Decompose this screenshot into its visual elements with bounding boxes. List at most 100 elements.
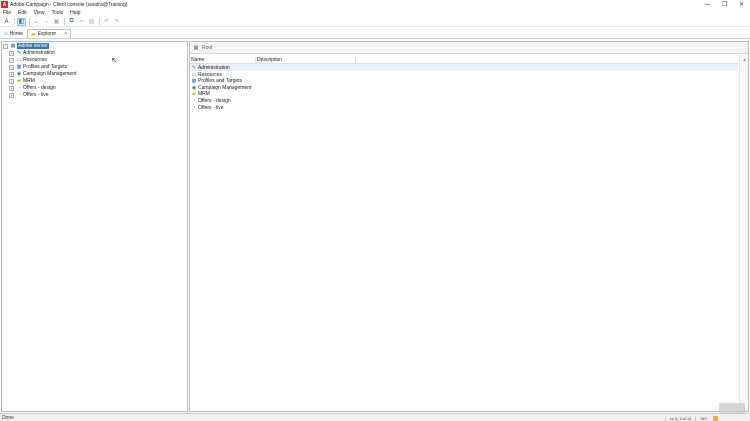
folder-icon: ▰: [192, 90, 196, 97]
expand-icon[interactable]: +: [9, 85, 14, 91]
list-item[interactable]: ◔ Offers - design: [190, 97, 738, 104]
menu-view[interactable]: View: [34, 10, 45, 16]
tree-node-label: MRM: [23, 78, 35, 84]
expand-icon[interactable]: +: [9, 57, 14, 63]
menu-help[interactable]: Help: [70, 10, 80, 16]
wrench-icon: ✎: [191, 64, 197, 71]
menu-edit[interactable]: Edit: [18, 10, 27, 16]
tree-node-administration[interactable]: + ✎ Administration: [9, 50, 55, 56]
maximize-button[interactable]: ❐: [716, 0, 733, 9]
list-item[interactable]: ▩ Profiles and Targets: [190, 77, 738, 84]
tree-node-mrm[interactable]: + ▰ MRM: [9, 78, 35, 84]
list-breadcrumb: ▦ Root: [190, 42, 748, 54]
undo-icon[interactable]: ↶: [102, 18, 111, 26]
expand-icon[interactable]: +: [9, 92, 14, 98]
expand-icon[interactable]: +: [9, 50, 14, 56]
tab-explorer-label: Explorer: [37, 31, 57, 37]
tab-explorer[interactable]: ▰ Explorer ×: [26, 29, 72, 38]
status-text: Done: [2, 414, 14, 421]
tree-node-profiles-and-targets[interactable]: + ▩ Profiles and Targets: [9, 64, 67, 70]
minimize-button[interactable]: —: [699, 0, 716, 9]
tree-node-offers-live[interactable]: + ◔ Offers - live: [9, 92, 48, 98]
root-folder-icon: ▦: [193, 44, 199, 51]
back-arrow-icon[interactable]: ←: [32, 18, 41, 26]
profiles-icon: ▩: [16, 64, 22, 70]
notification-icon[interactable]: [713, 415, 718, 421]
toolbar-separator: [29, 18, 30, 25]
tree-node-label: Adobe server: [17, 43, 49, 49]
toggle-tree-icon[interactable]: ◧: [17, 17, 26, 26]
tree-node-label: Offers - live: [23, 92, 49, 98]
cursor-position: Ln 8, Col 15: [664, 415, 696, 421]
menu-file[interactable]: File: [3, 10, 11, 16]
collapse-icon[interactable]: −: [3, 43, 8, 49]
tree-node-label: Campaign Management: [23, 71, 77, 77]
vertical-scrollbar[interactable]: ▲: [739, 55, 748, 411]
toolbar: A ◧ ← → ▣ ⧉ ✂ ▤ ↶ ↷: [0, 17, 750, 27]
expand-icon[interactable]: +: [9, 64, 14, 70]
column-header-name[interactable]: Name: [190, 57, 256, 63]
toolbar-separator: [14, 18, 15, 25]
close-tab-icon[interactable]: ×: [64, 31, 67, 37]
window-icon: ▭: [16, 57, 22, 63]
tab-home[interactable]: ⌂ Home: [1, 29, 26, 38]
window-controls: — ❐ ✕: [699, 0, 750, 9]
column-headers: Name Description: [190, 57, 738, 64]
cut-icon[interactable]: ✂: [77, 18, 86, 26]
paste-icon[interactable]: ▤: [87, 18, 96, 26]
tree-node-resources[interactable]: + ▭ Resources: [9, 57, 47, 63]
folder-icon: ▰: [30, 31, 36, 38]
column-header-description[interactable]: Description: [256, 57, 356, 63]
list-item-label: MRM: [198, 90, 210, 97]
list-item[interactable]: ✎ Administration: [190, 64, 738, 71]
window-title: Adobe Campaign - Client console (sandra@…: [10, 1, 128, 8]
list-item-label: Offers - design: [198, 97, 231, 104]
title-bar: A Adobe Campaign - Client console (sandr…: [0, 0, 750, 9]
expand-icon[interactable]: +: [9, 78, 14, 84]
home-icon: ⌂: [4, 30, 8, 37]
redo-icon[interactable]: ↷: [112, 18, 121, 26]
mouse-pointer-icon: ↖: [111, 56, 118, 65]
list-item[interactable]: ◔ Offers - live: [190, 104, 738, 111]
tab-bar: ⌂ Home ▰ Explorer ×: [0, 29, 750, 39]
offer-icon: ◔: [17, 92, 21, 98]
folder-up-icon[interactable]: ▣: [52, 18, 61, 26]
server-icon: ▦: [10, 43, 16, 49]
list-item[interactable]: ▰ MRM: [190, 90, 738, 97]
list-item-label: Profiles and Targets: [198, 77, 243, 84]
tree-node-campaign-management[interactable]: + ◉ Campaign Management: [9, 71, 76, 77]
offer-icon: ◔: [192, 97, 196, 104]
tree-node-label: Administration: [23, 50, 55, 56]
status-bar: Done Ln 8, Col 15 INS: [0, 413, 750, 421]
offer-icon: ◔: [192, 104, 196, 111]
copy-icon[interactable]: ⧉: [67, 18, 76, 26]
campaign-icon: ◉: [16, 71, 22, 77]
content-list: ▦ Root Name Description ✎ Administration…: [189, 41, 749, 412]
adobe-a-icon[interactable]: A: [2, 18, 11, 26]
offer-icon: ◔: [17, 85, 21, 91]
root-label: Root: [202, 44, 213, 51]
list-item-label: Offers - live: [198, 104, 224, 111]
tree-node-label: Resources: [23, 57, 47, 63]
watermark-overlay: [719, 403, 745, 414]
forward-arrow-icon[interactable]: →: [42, 18, 51, 26]
status-indicators: Ln 8, Col 15 INS: [664, 414, 718, 421]
close-button[interactable]: ✕: [733, 0, 750, 9]
tree-node-label: Offers - design: [23, 85, 56, 91]
input-mode: INS: [695, 415, 711, 421]
tab-home-label: Home: [9, 30, 23, 37]
toolbar-separator: [99, 18, 100, 25]
menu-tools[interactable]: Tools: [51, 10, 63, 16]
explorer-tree: − ▦ Adobe server + ✎ Administration + ▭ …: [1, 41, 188, 412]
profiles-icon: ▩: [191, 77, 197, 84]
expand-icon[interactable]: +: [9, 71, 14, 77]
tree-node-root[interactable]: − ▦ Adobe server: [3, 43, 49, 49]
wrench-icon: ✎: [16, 50, 22, 56]
toolbar-separator: [64, 18, 65, 25]
tree-node-label: Profiles and Targets: [23, 64, 68, 70]
adobe-campaign-logo-icon: A: [1, 1, 8, 8]
tree-node-offers-design[interactable]: + ◔ Offers - design: [9, 85, 56, 91]
list-item-label: Administration: [198, 64, 230, 71]
scroll-up-icon[interactable]: ▲: [740, 55, 749, 63]
folder-icon: ▰: [17, 78, 21, 84]
